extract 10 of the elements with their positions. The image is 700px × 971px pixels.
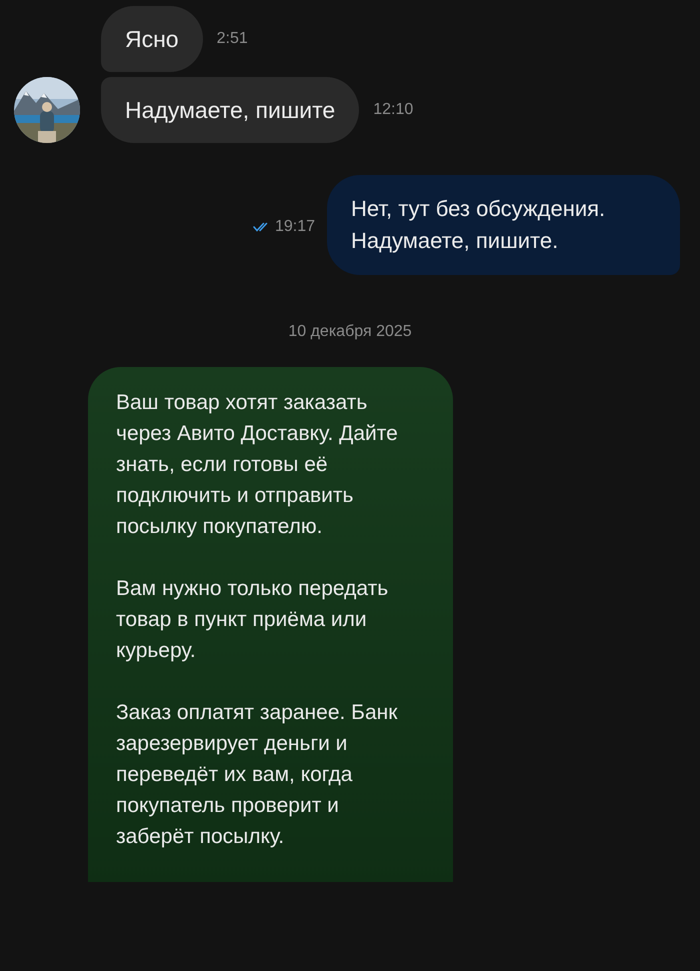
message-bubble: Надумаете, пишите [101, 77, 360, 143]
date-separator: 10 декабря 2025 [288, 323, 412, 341]
message-paragraph: Ваш товар хотят заказать через Авито Доставку. Дайте знать, если готовы её подключить и отправить посылку покупателю. [116, 390, 399, 540]
message-bubble: Ясно [101, 6, 203, 72]
message-time: 19:17 [274, 218, 315, 236]
message-time: 12:10 [373, 101, 414, 119]
message-paragraph: Вам нужно только передать товар в пункт приёма или курьеру. [116, 576, 390, 664]
message-time: 2:51 [216, 30, 248, 48]
message-bubble: Нет, тут без обсуждения. Надумаете, пишите. [327, 175, 680, 275]
message-paragraph: Заказ оплатят заранее. Банк зарезервирует деньги и переведёт их вам, когда покупатель проверит и заберёт посылку. [116, 700, 398, 850]
